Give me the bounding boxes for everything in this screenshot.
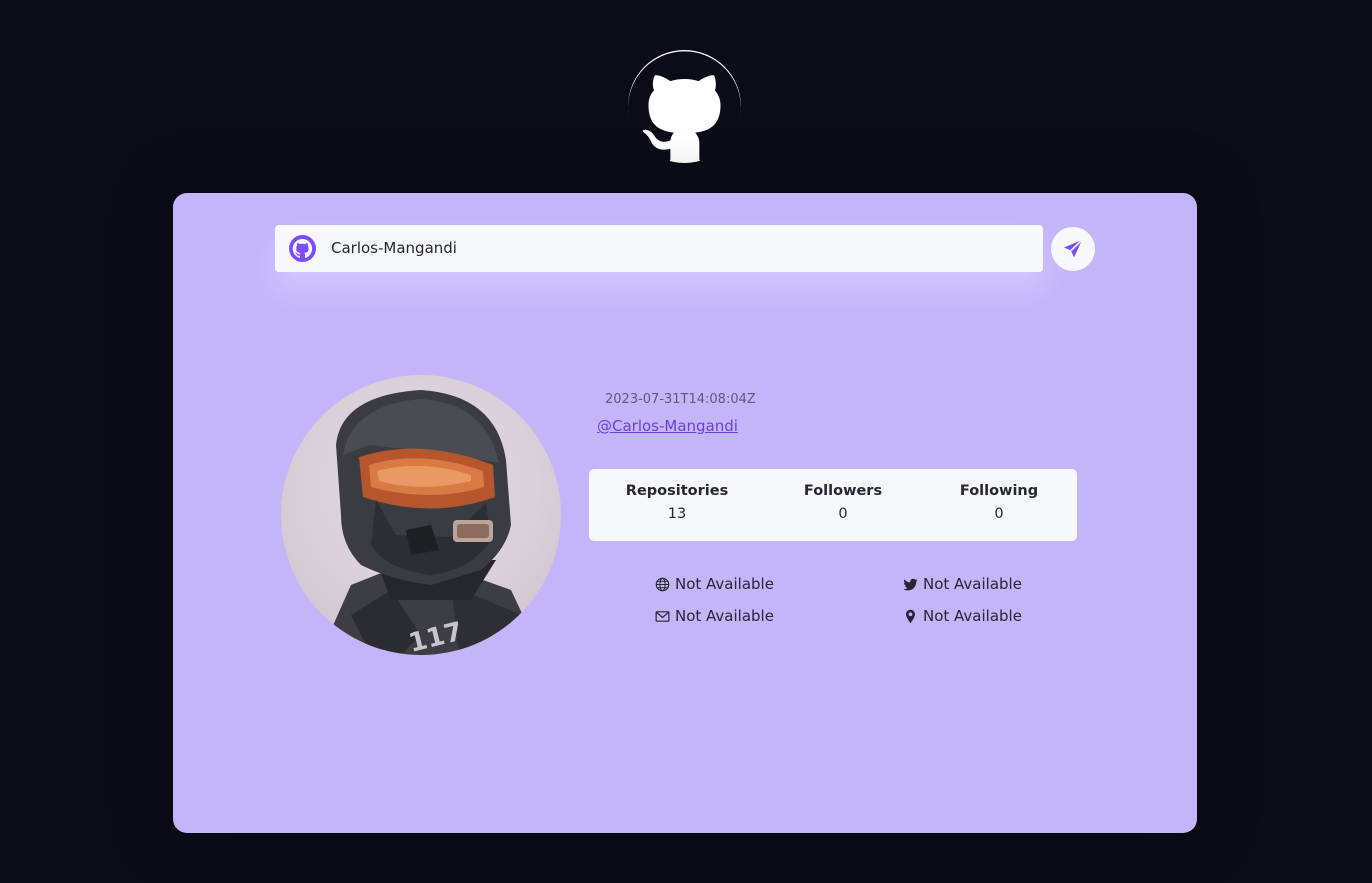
stat-repositories: Repositories 13	[607, 483, 747, 522]
twitter-icon	[903, 577, 918, 592]
paper-plane-icon	[1061, 237, 1085, 261]
github-icon	[289, 235, 316, 262]
stat-value: 0	[838, 506, 848, 522]
map-pin-icon	[903, 609, 918, 624]
profile-card: 117 2023-07-31T14:08:04Z @Carlos-Mangand…	[173, 193, 1197, 833]
created-date: 2023-07-31T14:08:04Z	[605, 392, 756, 407]
info-location: Not Available	[903, 607, 1022, 625]
profile-login-link[interactable]: @Carlos-Mangandi	[597, 417, 738, 435]
github-logo-icon	[628, 50, 741, 163]
stat-followers: Followers 0	[773, 483, 913, 522]
email-text: Not Available	[675, 607, 774, 625]
stat-label: Repositories	[625, 483, 729, 499]
stat-value: 13	[667, 506, 687, 522]
location-text: Not Available	[923, 607, 1022, 625]
info-blog: Not Available	[655, 575, 774, 593]
twitter-text: Not Available	[923, 575, 1022, 593]
avatar: 117	[281, 375, 561, 655]
mail-icon	[655, 609, 670, 624]
stat-following: Following 0	[929, 483, 1069, 522]
stat-label: Following	[959, 483, 1039, 499]
search-bar	[275, 225, 1043, 272]
stat-label: Followers	[803, 483, 883, 499]
blog-text: Not Available	[675, 575, 774, 593]
globe-icon	[655, 577, 670, 592]
stats-panel: Repositories 13 Followers 0 Following 0	[589, 469, 1077, 541]
stat-value: 0	[994, 506, 1004, 522]
search-submit-button[interactable]	[1051, 227, 1095, 271]
info-twitter: Not Available	[903, 575, 1022, 593]
search-input[interactable]	[331, 233, 1021, 263]
info-email: Not Available	[655, 607, 774, 625]
